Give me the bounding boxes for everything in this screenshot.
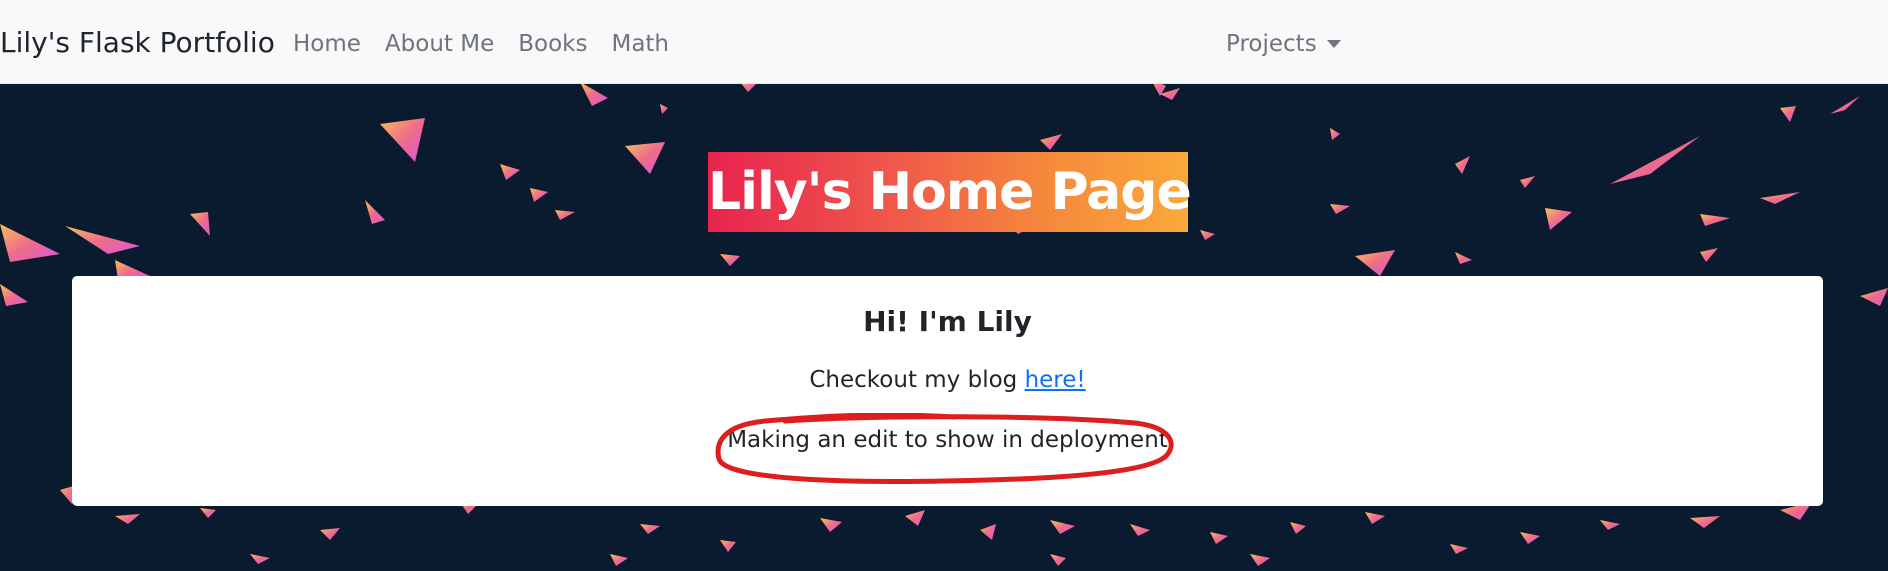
page-title: Lily's Home Page — [708, 162, 1192, 222]
projects-dropdown-label: Projects — [1226, 31, 1317, 57]
caret-down-icon — [1326, 40, 1341, 48]
brand-link[interactable]: Lily's Flask Portfolio — [0, 24, 275, 62]
navbar: Lily's Flask Portfolio Home About Me Boo… — [0, 0, 1888, 84]
nav-link-books[interactable]: Books — [518, 28, 587, 60]
hero-section: Lily's Home Page Hi! I'm Lily Checkout m… — [0, 84, 1888, 571]
card-heading: Hi! I'm Lily — [863, 305, 1032, 338]
nav-links: Home About Me Books Math — [293, 28, 693, 60]
projects-dropdown[interactable]: Projects — [1226, 28, 1341, 60]
blog-prefix-text: Checkout my blog — [809, 367, 1025, 393]
blog-line: Checkout my blog here! — [72, 364, 1823, 396]
nav-link-home[interactable]: Home — [293, 28, 361, 60]
nav-link-math[interactable]: Math — [611, 28, 669, 60]
nav-link-about-me[interactable]: About Me — [385, 28, 494, 60]
blog-link[interactable]: here! — [1025, 367, 1086, 393]
red-circle-annotation — [715, 413, 1174, 484]
page-title-banner: Lily's Home Page — [708, 152, 1192, 232]
